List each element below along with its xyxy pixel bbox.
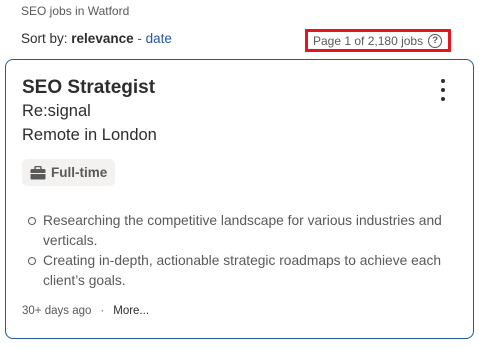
page-count-text: Page 1 of 2,180 jobs — [313, 33, 424, 48]
job-snippet: Researching the competitive landscape fo… — [26, 211, 446, 291]
page-count: Page 1 of 2,180 jobs ? — [305, 29, 451, 52]
kebab-dot — [441, 97, 445, 101]
sort-separator: - — [137, 31, 142, 46]
kebab-dot — [441, 79, 445, 83]
job-title[interactable]: SEO Strategist — [22, 77, 155, 99]
briefcase-icon — [30, 165, 46, 179]
job-type-label: Full-time — [51, 165, 108, 180]
more-options-icon[interactable] — [435, 79, 451, 101]
snippet-item: Creating in-depth, actionable strategic … — [26, 251, 446, 291]
search-title: SEO jobs in Watford — [21, 4, 130, 18]
sort-relevance: relevance — [71, 31, 134, 46]
snippet-item: Researching the competitive landscape fo… — [26, 211, 446, 251]
posted-date: 30+ days ago — [22, 305, 92, 317]
job-footer: 30+ days ago · More... — [22, 305, 149, 317]
more-link[interactable]: More... — [113, 305, 149, 317]
job-location: Remote in London — [22, 126, 157, 144]
job-type-tag: Full-time — [22, 159, 116, 186]
sort-options: Sort by: relevance - date — [21, 31, 172, 46]
kebab-dot — [441, 88, 445, 92]
job-card[interactable]: SEO Strategist Re:signal Remote in Londo… — [5, 59, 474, 339]
help-icon[interactable]: ? — [428, 33, 443, 48]
footer-separator: · — [100, 305, 105, 317]
job-search-results: SEO jobs in Watford Sort by: relevance -… — [0, 0, 479, 348]
sort-label: Sort by: — [21, 31, 68, 46]
company-name: Re:signal — [22, 102, 91, 120]
sort-date-link[interactable]: date — [146, 31, 172, 46]
